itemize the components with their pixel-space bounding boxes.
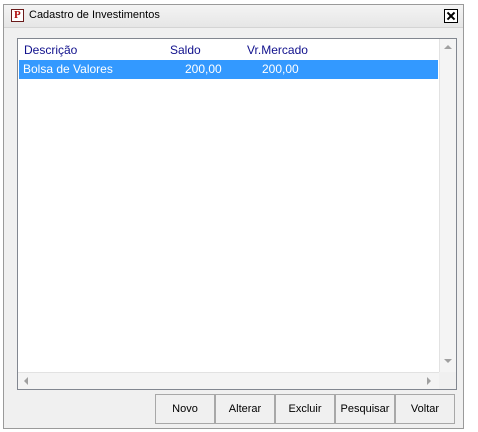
column-header-descricao[interactable]: Descrição (24, 43, 77, 57)
cell-descricao: Bolsa de Valores (23, 62, 113, 76)
voltar-button[interactable]: Voltar (395, 394, 455, 424)
scroll-down-icon[interactable] (444, 359, 452, 363)
scroll-left-icon[interactable] (24, 377, 28, 385)
title-bar: P Cadastro de Investimentos (4, 5, 463, 28)
list-header: Descrição Saldo Vr.Mercado (18, 39, 438, 59)
pesquisar-button[interactable]: Pesquisar (335, 394, 395, 424)
investments-list[interactable]: Descrição Saldo Vr.Mercado Bolsa de Valo… (17, 38, 457, 390)
cell-saldo: 200,00 (185, 62, 222, 76)
vertical-scrollbar[interactable] (439, 39, 456, 372)
column-header-vr-mercado[interactable]: Vr.Mercado (247, 43, 308, 57)
scrollbar-corner (439, 372, 456, 389)
column-header-saldo[interactable]: Saldo (170, 43, 201, 57)
novo-button[interactable]: Novo (155, 394, 215, 424)
investments-window: P Cadastro de Investimentos Descrição Sa… (3, 4, 464, 429)
cell-vr-mercado: 200,00 (262, 62, 299, 76)
close-button[interactable] (444, 9, 458, 23)
scroll-right-icon[interactable] (427, 377, 431, 385)
scroll-up-icon[interactable] (444, 45, 452, 49)
app-icon: P (11, 9, 24, 22)
excluir-button[interactable]: Excluir (275, 394, 335, 424)
alterar-button[interactable]: Alterar (215, 394, 275, 424)
horizontal-scrollbar[interactable] (18, 372, 439, 389)
window-title: Cadastro de Investimentos (29, 9, 160, 21)
table-row[interactable]: Bolsa de Valores 200,00 200,00 (19, 60, 438, 79)
